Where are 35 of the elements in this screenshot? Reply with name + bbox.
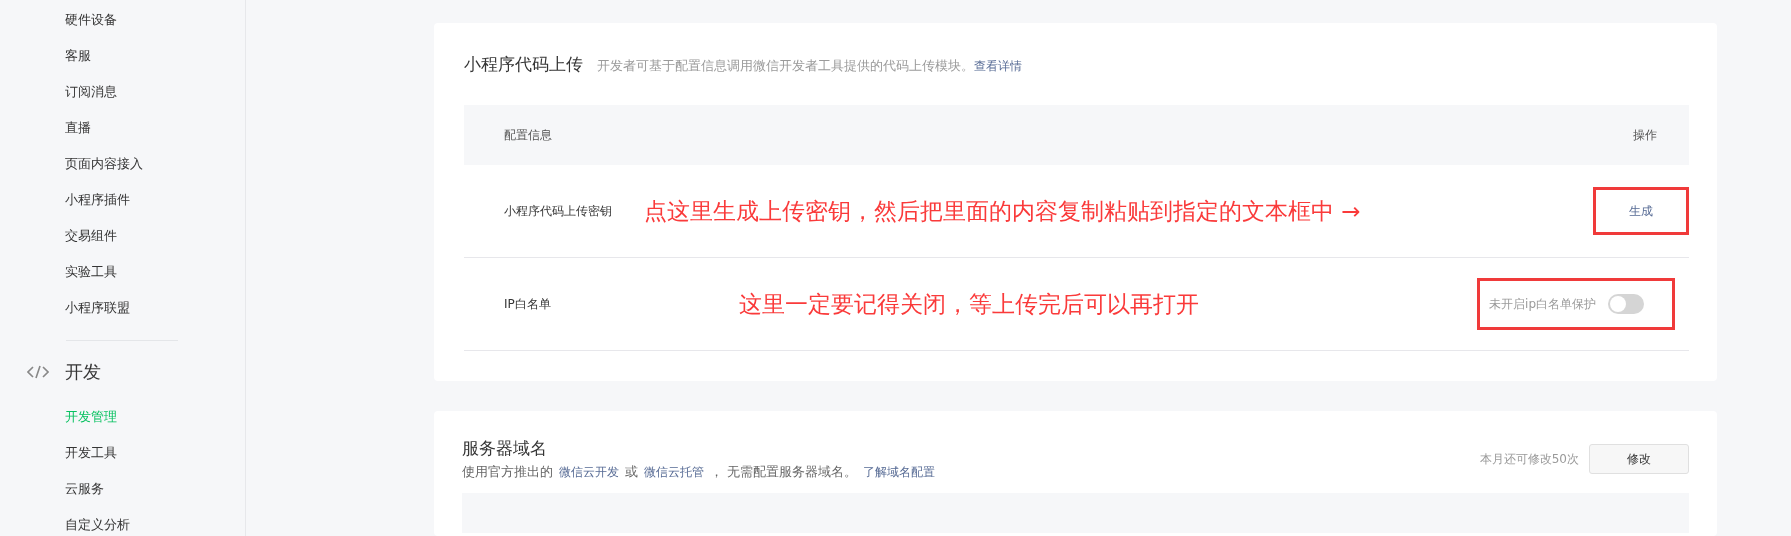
edit-button[interactable]: 修改 — [1589, 444, 1689, 474]
switch-label: 未开启ip白名单保护 — [1489, 295, 1596, 313]
sidebar-item[interactable]: 硬件设备 — [0, 2, 245, 38]
doc-link[interactable]: 微信云开发 — [559, 464, 619, 481]
sidebar-item[interactable]: 直播 — [0, 110, 245, 146]
sidebar-item[interactable]: 交易组件 — [0, 218, 245, 254]
description-text: ， 无需配置服务器域名。 — [710, 464, 857, 481]
column-header: 操作 — [1633, 126, 1657, 144]
generate-link[interactable]: 生成 — [1593, 187, 1689, 235]
card-description: 开发者可基于配置信息调用微信开发者工具提供的代码上传模块。 — [597, 58, 974, 73]
description-text: 或 — [625, 464, 638, 481]
sidebar-item[interactable]: 页面内容接入 — [0, 146, 245, 182]
config-label: IP白名单 — [504, 295, 552, 313]
sidebar-item[interactable]: 小程序插件 — [0, 182, 245, 218]
sidebar-item[interactable]: 实验工具 — [0, 254, 245, 290]
card-title: 服务器域名 — [462, 437, 548, 460]
annotation-text: 点这里生成上传密钥，然后把里面的内容复制粘贴到指定的文本框中 → — [644, 196, 1361, 226]
sidebar-item[interactable]: 云服务 — [0, 471, 245, 507]
sidebar-item[interactable]: 开发工具 — [0, 435, 245, 471]
sidebar-item[interactable]: 小程序联盟 — [0, 290, 245, 326]
toggle-switch[interactable] — [1608, 294, 1644, 314]
sidebar-item[interactable]: 自定义分析 — [0, 507, 245, 536]
sidebar-item[interactable]: 订阅消息 — [0, 74, 245, 110]
annotation-text: 这里一定要记得关闭，等上传完后可以再打开 — [739, 289, 1199, 319]
sidebar-item[interactable]: 客服 — [0, 38, 245, 74]
config-label: 小程序代码上传密钥 — [504, 202, 613, 220]
column-header: 配置信息 — [504, 126, 552, 144]
doc-link[interactable]: 微信云托管 — [644, 464, 704, 481]
code-icon — [27, 364, 49, 380]
card-title: 小程序代码上传 — [464, 53, 583, 76]
section-title: 开发 — [65, 360, 101, 384]
doc-link[interactable]: 了解域名配置 — [863, 464, 935, 481]
quota-text: 本月还可修改50次 — [1479, 450, 1579, 468]
description-text: 使用官方推出的 — [462, 464, 553, 481]
details-link[interactable]: 查看详情 — [974, 59, 1022, 73]
